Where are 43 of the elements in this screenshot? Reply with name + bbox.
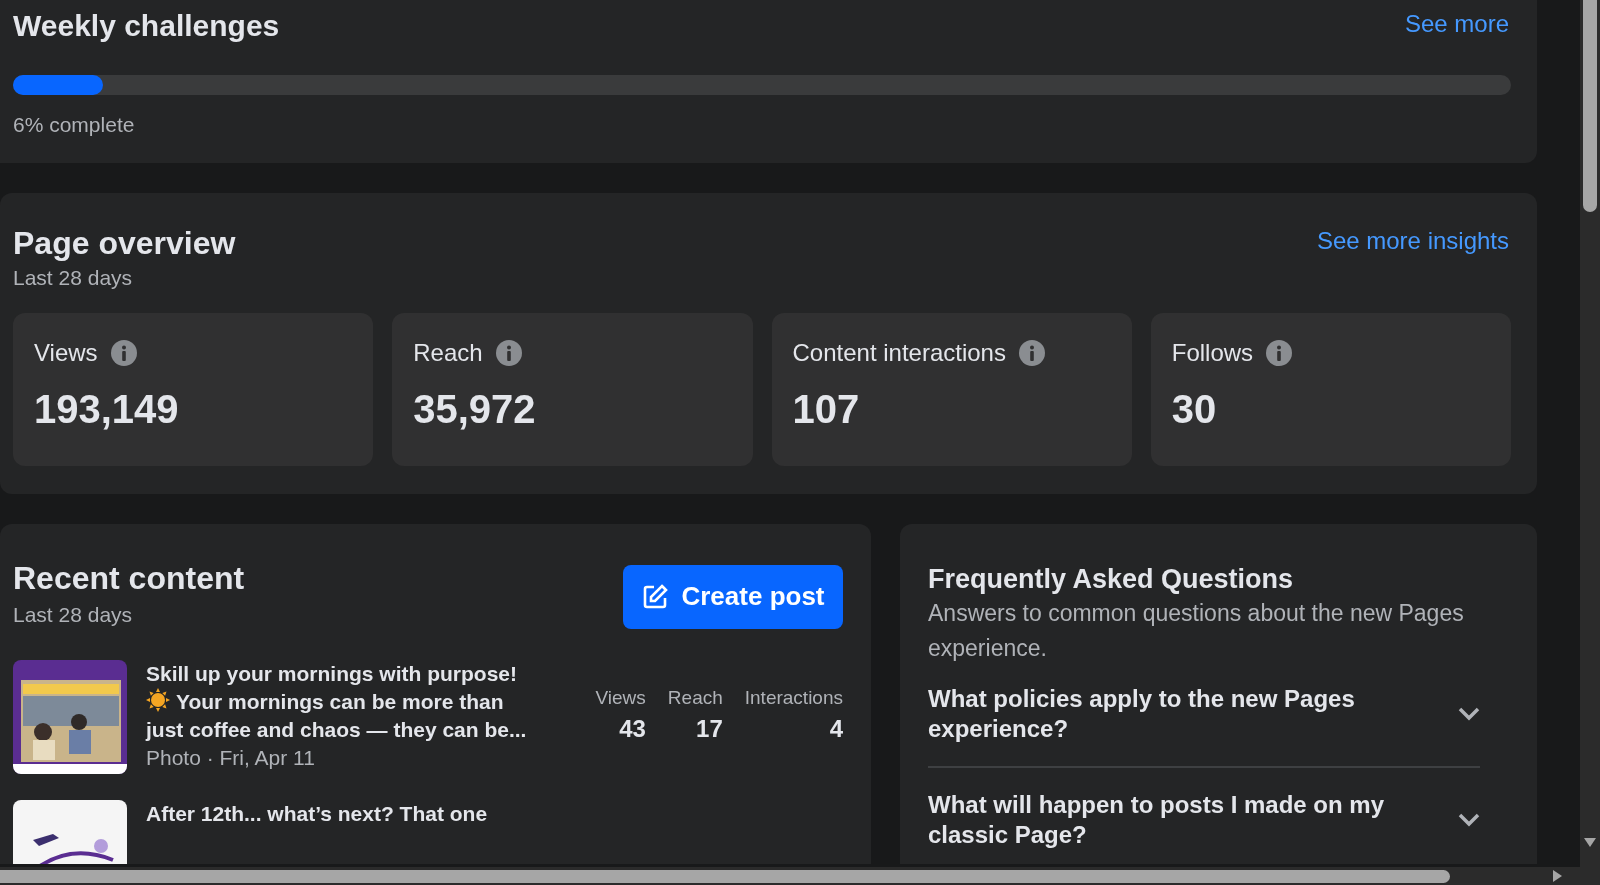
metric-value: 43 (619, 713, 646, 744)
metric-label: Interactions (744, 685, 843, 710)
progress-label: 6% complete (13, 112, 136, 138)
stat-label: Reach (413, 337, 483, 368)
card-title: Frequently Asked Questions (928, 562, 1295, 596)
stat-value: 193,149 (34, 385, 180, 433)
post-caption: Your mornings can be more than (176, 689, 504, 713)
stat-label: Follows (1171, 337, 1254, 368)
date-range-label: Last 28 days (13, 601, 134, 628)
info-icon[interactable] (1265, 338, 1294, 367)
post-caption: Skill up your mornings with purpose! (146, 660, 518, 687)
scrollbar-thumb[interactable] (0, 870, 1450, 883)
card-description: Answers to common questions about the new Pages experience. (928, 598, 1465, 663)
date-range-label: Last 28 days (13, 264, 134, 291)
see-more-link[interactable]: See more (1404, 6, 1524, 42)
card-title: Page overview (13, 223, 236, 263)
scroll-down-icon[interactable] (1584, 838, 1596, 848)
faq-item[interactable]: What will happen to posts I made on my classic Page? (928, 765, 1480, 850)
info-icon[interactable] (109, 338, 138, 367)
card-title: Weekly challenges (13, 8, 280, 44)
metric-value: 17 (696, 713, 723, 744)
faq-item[interactable]: What policies apply to the new Pages experience? (928, 665, 1480, 744)
scroll-right-icon[interactable] (1553, 870, 1563, 882)
metric-value: 4 (829, 713, 843, 744)
metric-label: Reach (667, 685, 723, 710)
chevron-down-icon (1458, 812, 1480, 827)
metric-label: Views (595, 685, 646, 710)
stat-label: Content interactions (792, 337, 1006, 368)
post-meta: Photo · Fri, Apr 11 (146, 744, 316, 771)
info-icon[interactable] (1017, 338, 1046, 367)
post-caption: After 12th... what’s next? That one (146, 800, 488, 827)
chevron-down-icon (1458, 706, 1480, 721)
create-post-button[interactable]: Create post (623, 564, 843, 629)
stat-label: Views (34, 337, 98, 368)
edit-icon (641, 582, 670, 611)
scrollbar-thumb[interactable] (1583, 0, 1597, 212)
stat-value: 30 (1171, 385, 1218, 433)
card-title: Recent content (13, 558, 245, 598)
stat-value: 107 (792, 385, 861, 433)
info-icon[interactable] (494, 338, 523, 367)
see-more-insights-link[interactable]: See more insights (1316, 222, 1524, 259)
post-caption: just coffee and chaos — they can be... (146, 716, 527, 743)
stat-value: 35,972 (413, 385, 537, 433)
